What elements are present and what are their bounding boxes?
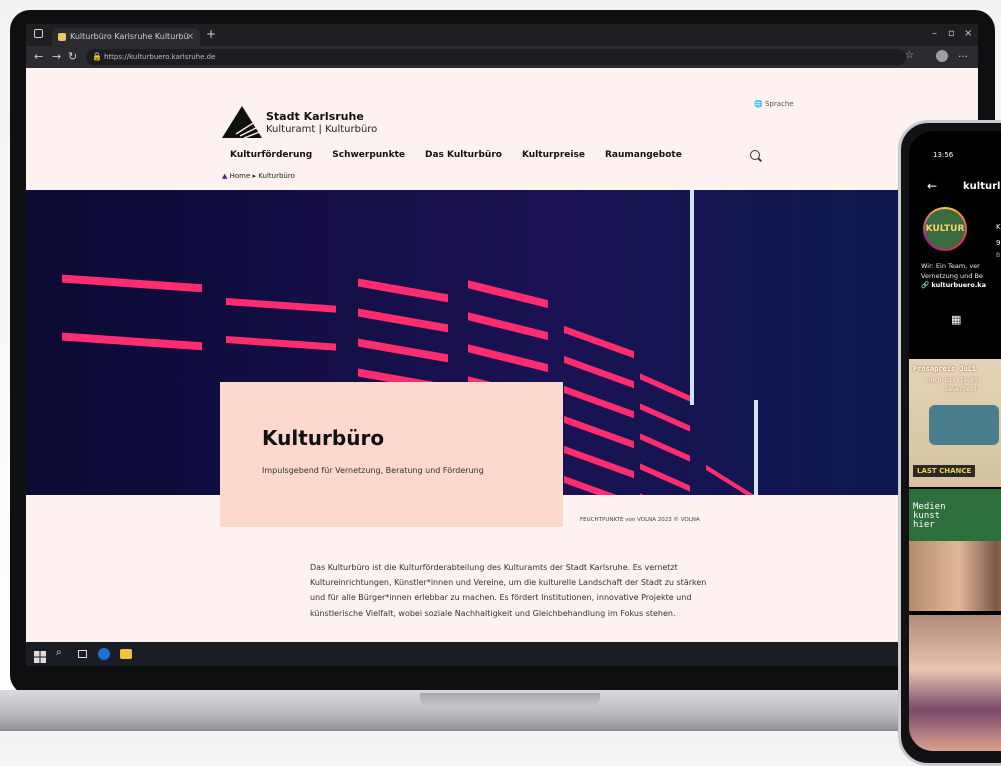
- nav-item-das-kulturbuero[interactable]: Das Kulturbüro: [425, 150, 502, 160]
- edge-browser-icon[interactable]: [98, 648, 110, 660]
- smartphone-frame: 13:56 ← kulturl KULTUR K 9 B Wir: Ein Te…: [898, 120, 1001, 766]
- back-arrow-icon[interactable]: ←: [34, 50, 43, 63]
- bio-line: Wir: Ein Team, ver: [921, 261, 1001, 271]
- language-label: Sprache: [765, 100, 794, 108]
- intro-paragraph: Das Kulturbüro ist die Kulturförderabtei…: [310, 560, 708, 621]
- instagram-profile-screen: 13:56 ← kulturl KULTUR K 9 B Wir: Ein Te…: [909, 131, 1001, 751]
- karlsruhe-logo-icon: [222, 106, 262, 138]
- breadcrumb-home[interactable]: Home: [230, 172, 251, 180]
- browser-tabbar: Kulturbüro Karlsruhe Kulturbü × + – ▫ ×: [26, 24, 978, 46]
- windows-taskbar: ⌕: [26, 642, 978, 666]
- site-logo[interactable]: Stadt Karlsruhe Kulturamt | Kulturbüro: [222, 106, 262, 138]
- more-menu-icon[interactable]: …: [958, 49, 968, 60]
- maximize-button[interactable]: ▫: [948, 28, 955, 39]
- profile-link[interactable]: 🔗 kulturbuero.ka: [921, 281, 986, 289]
- minimize-button[interactable]: –: [932, 28, 937, 39]
- phone-clock: 13:56: [933, 151, 953, 159]
- tab-title: Kulturbüro Karlsruhe Kulturbü: [70, 32, 189, 41]
- forward-arrow-icon[interactable]: →: [52, 50, 61, 63]
- post-text: noch bis 19.05.: [927, 377, 981, 384]
- logo-title: Stadt Karlsruhe: [266, 110, 364, 123]
- image-credit: FEUCHTPUNKTE von VOLNA 2023 © VOLNA: [580, 517, 700, 523]
- browser-tab[interactable]: Kulturbüro Karlsruhe Kulturbü ×: [52, 28, 200, 46]
- bio-line: Vernetzung und Be: [921, 271, 1001, 281]
- main-navigation: Kulturförderung Schwerpunkte Das Kulturb…: [230, 150, 682, 160]
- nav-item-kulturfoerderung[interactable]: Kulturförderung: [230, 150, 312, 160]
- sidebar-toggle-icon[interactable]: [34, 29, 43, 38]
- avatar-label: KULTUR: [925, 209, 965, 249]
- post-thumbnail[interactable]: Medien kunst hier: [909, 489, 1001, 611]
- breadcrumb-current: Kulturbüro: [258, 172, 295, 180]
- tab-close-icon[interactable]: ×: [186, 28, 194, 46]
- url-text: https://kulturbuero.karlsruhe.de: [104, 53, 215, 61]
- profile-stat: K: [996, 223, 1001, 231]
- post-badge: LAST CHANCE: [913, 465, 975, 477]
- taskbar-search-icon[interactable]: ⌕: [56, 647, 68, 659]
- profile-avatar[interactable]: KULTUR: [923, 207, 967, 251]
- link-icon: 🔗: [921, 281, 929, 289]
- search-icon[interactable]: [750, 150, 760, 160]
- browser-toolbar: ← → ↻ 🔒 https://kulturbuero.karlsruhe.de…: [26, 46, 978, 68]
- new-tab-button[interactable]: +: [206, 27, 216, 41]
- post-text: Prosapreis JuLi: [913, 365, 976, 373]
- bookmark-star-icon[interactable]: ☆: [905, 50, 914, 61]
- laptop-notch: [420, 693, 600, 707]
- language-switcher[interactable]: 🌐 Sprache: [754, 100, 794, 108]
- hero-title-card: Kulturbüro Impulsgebend für Vernetzung, …: [220, 382, 563, 527]
- post-text: Medien kunst hier: [913, 503, 953, 530]
- profile-link-text: kulturbuero.ka: [931, 281, 986, 289]
- profile-username: kulturl: [963, 181, 1000, 192]
- logo-subtitle: Kulturamt | Kulturbüro: [266, 124, 377, 135]
- profile-bio: Wir: Ein Team, ver Vernetzung und Be: [921, 261, 1001, 281]
- favicon-icon: [58, 33, 66, 41]
- page-title: Kulturbüro: [262, 426, 384, 450]
- reload-icon[interactable]: ↻: [68, 50, 77, 63]
- profile-stat: B: [996, 252, 1000, 259]
- task-view-icon[interactable]: [78, 650, 87, 658]
- laptop-screen: Kulturbüro Karlsruhe Kulturbü × + – ▫ × …: [26, 24, 978, 666]
- file-explorer-icon[interactable]: [120, 649, 132, 659]
- typewriter-image: [929, 405, 999, 445]
- post-thumbnail[interactable]: Prosapreis JuLi noch bis 19.05. bewerben…: [909, 359, 1001, 487]
- web-page: Stadt Karlsruhe Kulturamt | Kulturbüro 🌐…: [26, 68, 978, 648]
- globe-icon: 🌐: [754, 100, 763, 108]
- windows-start-icon[interactable]: [34, 648, 46, 660]
- page-subtitle: Impulsgebend für Vernetzung, Beratung un…: [262, 466, 484, 475]
- profile-avatar[interactable]: [936, 50, 948, 62]
- nav-item-kulturpreise[interactable]: Kulturpreise: [522, 150, 585, 160]
- profile-stat: 9: [996, 239, 1000, 247]
- address-bar[interactable]: 🔒 https://kulturbuero.karlsruhe.de: [86, 49, 906, 65]
- grid-view-icon[interactable]: ▦: [951, 313, 961, 326]
- post-text: bewerben!: [945, 386, 978, 393]
- home-triangle-icon: ▲: [222, 172, 227, 180]
- breadcrumb-separator: ▸: [253, 172, 257, 180]
- group-photo-image: [909, 541, 1001, 611]
- breadcrumb: ▲ Home ▸ Kulturbüro: [222, 172, 295, 180]
- back-arrow-icon[interactable]: ←: [927, 179, 937, 193]
- lock-icon: 🔒: [92, 49, 102, 65]
- nav-item-schwerpunkte[interactable]: Schwerpunkte: [332, 150, 405, 160]
- close-window-button[interactable]: ×: [964, 28, 972, 39]
- nav-item-raumangebote[interactable]: Raumangebote: [605, 150, 682, 160]
